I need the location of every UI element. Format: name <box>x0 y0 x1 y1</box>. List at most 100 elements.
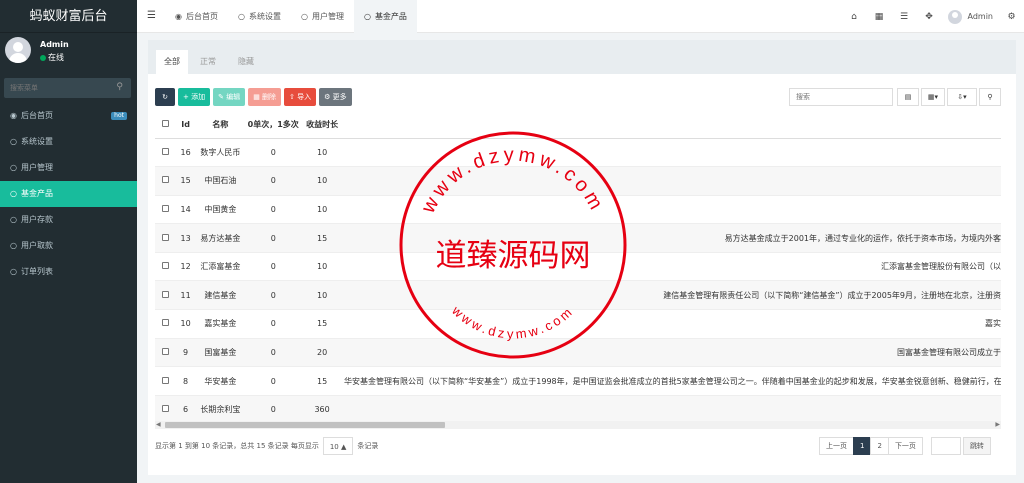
table-row[interactable]: 9 国富基金 0 20 国富基金管理有限公司成立于 <box>155 338 1001 368</box>
hot-badge: hot <box>111 112 127 120</box>
sidebar-item-orders[interactable]: ○ 订单列表 <box>0 259 137 285</box>
scroll-left-icon[interactable]: ◀ <box>156 421 161 428</box>
delete-button[interactable]: ▦ 删除 <box>248 88 282 106</box>
columns-icon: ▦▾ <box>927 93 939 101</box>
row-checkbox[interactable] <box>155 166 177 196</box>
row-checkbox[interactable] <box>155 252 177 282</box>
filter-tab-all[interactable]: 全部 <box>156 50 188 74</box>
export-button[interactable]: ⇩▾ <box>947 88 977 106</box>
topbar-user[interactable]: Admin <box>947 9 993 24</box>
advanced-search-button[interactable]: ⚲ <box>979 88 1001 106</box>
sidebar-item-users[interactable]: ○ 用户管理 <box>0 155 137 181</box>
page-button-2[interactable]: 2 <box>870 437 889 455</box>
fullscreen-icon[interactable]: ✥ <box>917 12 942 22</box>
pagination: 上一页 1 2 下一页 跳转 <box>819 437 991 455</box>
table-row[interactable]: 16 数字人民币 0 10 <box>155 138 1001 168</box>
scrollbar-thumb[interactable] <box>165 422 445 428</box>
table-row[interactable]: 12 汇添富基金 0 10 汇添富基金管理股份有限公司（以 <box>155 252 1001 282</box>
cell-type: 0 <box>246 138 301 168</box>
row-checkbox[interactable] <box>155 223 177 253</box>
row-checkbox[interactable] <box>155 280 177 311</box>
user-name: Admin <box>40 40 69 49</box>
table-row[interactable]: 8 华安基金 0 15 华安基金管理有限公司（以下简称“华安基金”）成立于1998年，是… <box>155 366 1001 396</box>
column-header-id[interactable]: Id <box>176 112 195 139</box>
horizontal-scrollbar[interactable]: ◀ ▶ <box>155 421 1001 429</box>
tab-settings[interactable]: ○ 系统设置 <box>228 0 291 33</box>
search-icon[interactable]: ⚲ <box>116 82 123 92</box>
trash-icon: ▦ <box>253 93 263 101</box>
import-button[interactable]: ⇧ 导入 <box>284 88 317 106</box>
row-checkbox[interactable] <box>155 395 177 425</box>
cell-id: 16 <box>176 138 195 168</box>
scroll-right-icon[interactable]: ▶ <box>995 421 1000 428</box>
tab-users[interactable]: ○ 用户管理 <box>291 0 354 33</box>
cell-duration: 10 <box>300 195 344 225</box>
cell-name: 中国石油 <box>194 166 247 196</box>
refresh-button[interactable]: ↻ <box>155 88 175 106</box>
table-toolbar: ↻ + 添加 ✎ 编辑 ▦ 删除 ⇧ 导入 ⚙ 更多 <box>155 88 355 106</box>
prev-page-button[interactable]: 上一页 <box>819 437 854 455</box>
circle-icon: ○ <box>10 267 17 276</box>
sidebar-item-deposits[interactable]: ○ 用户存款 <box>0 207 137 233</box>
cell-id: 13 <box>176 223 195 253</box>
filter-tab-normal[interactable]: 正常 <box>192 50 224 74</box>
table-row[interactable]: 13 易方达基金 0 15 易方达基金成立于2001年，通过专业化的运作，依托于资本市场… <box>155 223 1001 253</box>
more-button[interactable]: ⚙ 更多 <box>319 88 352 106</box>
gear-icon[interactable]: ⚙ <box>999 12 1024 22</box>
sidebar-item-settings[interactable]: ○ 系统设置 <box>0 129 137 155</box>
cell-id: 15 <box>176 166 195 196</box>
columns-button[interactable]: ▦▾ <box>921 88 945 106</box>
toggle-view-button[interactable]: ▤ <box>897 88 919 106</box>
card-view-icon: ▤ <box>904 93 912 101</box>
row-checkbox[interactable] <box>155 138 177 168</box>
tab-funds[interactable]: ○ 基金产品 <box>353 0 417 33</box>
column-header-type[interactable]: 0单次，1多次 <box>246 112 301 139</box>
nav-tabs: ◉ 后台首页 ○ 系统设置 ○ 用户管理 ○ 基金产品 <box>165 0 417 33</box>
sidebar-item-funds[interactable]: ○ 基金产品 <box>0 181 137 207</box>
column-header-duration[interactable]: 收益时长 <box>300 112 344 139</box>
cell-desc: 嘉实 <box>344 309 1001 339</box>
circle-icon: ○ <box>10 137 17 146</box>
filter-tab-hidden[interactable]: 隐藏 <box>230 50 262 74</box>
table-row[interactable]: 10 嘉实基金 0 15 嘉实 <box>155 309 1001 339</box>
pencil-icon: ✎ <box>218 93 227 101</box>
sidebar-search-input[interactable] <box>4 78 112 98</box>
cell-name: 易方达基金 <box>194 223 247 253</box>
cell-desc: 易方达基金成立于2001年，通过专业化的运作，依托于资本市场，为境内外客 <box>344 223 1001 253</box>
page-button-1[interactable]: 1 <box>853 437 872 455</box>
plus-icon: + <box>183 93 192 101</box>
row-checkbox[interactable] <box>155 309 177 339</box>
cell-type: 0 <box>246 366 301 396</box>
table-row[interactable]: 14 中国黄金 0 10 <box>155 195 1001 225</box>
home-icon[interactable]: ⌂ <box>842 12 867 22</box>
table-search-input[interactable] <box>789 88 893 106</box>
trash-icon[interactable]: ▦ <box>867 12 892 22</box>
language-icon[interactable]: ☰ <box>892 12 917 22</box>
table-row[interactable]: 15 中国石油 0 10 <box>155 166 1001 196</box>
brand-title[interactable]: 蚂蚁财富后台 <box>0 0 137 33</box>
column-header-name[interactable]: 名称 <box>194 112 247 139</box>
sidebar-item-dashboard[interactable]: ◉ 后台首页 hot <box>0 103 137 129</box>
edit-button[interactable]: ✎ 编辑 <box>213 88 246 106</box>
cell-type: 0 <box>246 309 301 339</box>
page-size-select[interactable]: 10 ▲ <box>322 437 354 455</box>
row-checkbox[interactable] <box>155 195 177 225</box>
jump-button[interactable]: 跳转 <box>962 437 991 455</box>
jump-page-input[interactable] <box>930 437 961 455</box>
select-all-checkbox[interactable] <box>155 112 177 139</box>
sidebar-item-withdrawals[interactable]: ○ 用户取款 <box>0 233 137 259</box>
circle-icon: ○ <box>10 189 17 198</box>
next-page-button[interactable]: 下一页 <box>887 437 923 455</box>
add-button[interactable]: + 添加 <box>178 88 211 106</box>
row-checkbox[interactable] <box>155 338 177 368</box>
tab-dashboard[interactable]: ◉ 后台首页 <box>165 0 228 33</box>
dashboard-icon: ◉ <box>175 12 182 21</box>
cell-duration: 360 <box>300 395 344 425</box>
cell-desc <box>344 166 1001 196</box>
table-row[interactable]: 11 建信基金 0 10 建信基金管理有限责任公司（以下简称“建信基金”）成立于2005… <box>155 280 1001 311</box>
menu-toggle-icon[interactable]: ☰ <box>147 10 156 21</box>
row-checkbox[interactable] <box>155 366 177 396</box>
table-row[interactable]: 6 长期余利宝 0 360 <box>155 395 1001 425</box>
user-panel: Admin 在线 <box>0 33 137 74</box>
online-dot-icon <box>40 55 46 61</box>
